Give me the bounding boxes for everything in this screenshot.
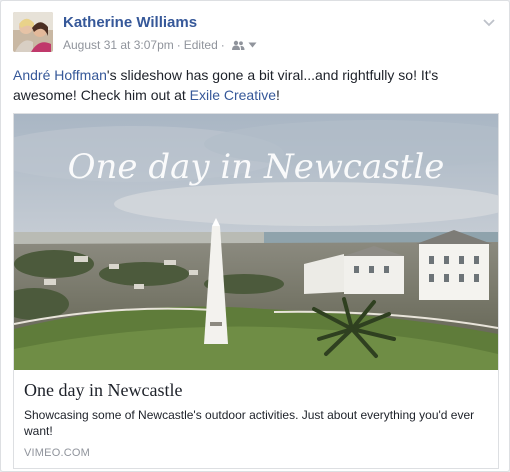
- author-name[interactable]: Katherine Williams: [63, 14, 197, 31]
- meta-separator: ·: [176, 38, 181, 52]
- avatar[interactable]: [13, 12, 53, 52]
- friends-icon: [231, 40, 245, 50]
- post-text: André Hoffman's slideshow has gone a bit…: [13, 65, 483, 105]
- attachment-domain: VIMEO.COM: [24, 447, 90, 459]
- meta-separator: ·: [220, 38, 225, 52]
- post-header: Katherine Williams August 31 at 3:07pm ·…: [13, 12, 497, 56]
- post-card: Katherine Williams August 31 at 3:07pm ·…: [0, 0, 510, 472]
- edited-label[interactable]: Edited: [184, 38, 218, 52]
- attachment-description: Showcasing some of Newcastle's outdoor a…: [24, 408, 475, 438]
- post-text-part2: !: [276, 87, 280, 103]
- caret-down-icon: [248, 42, 257, 48]
- thumbnail-overlay-title: One day in Newcastle: [68, 147, 445, 187]
- audience-selector[interactable]: [231, 40, 257, 50]
- mention-link[interactable]: André Hoffman: [13, 67, 107, 83]
- avatar-photo: [13, 12, 53, 52]
- page-link[interactable]: Exile Creative: [190, 87, 276, 103]
- attachment-title[interactable]: One day in Newcastle: [24, 380, 182, 401]
- chevron-down-icon[interactable]: [481, 14, 497, 30]
- link-attachment[interactable]: One day in Newcastle One day in Newcastl…: [13, 113, 499, 469]
- post-meta: August 31 at 3:07pm · Edited ·: [63, 38, 257, 52]
- video-thumbnail[interactable]: One day in Newcastle: [14, 114, 498, 370]
- post-timestamp[interactable]: August 31 at 3:07pm: [63, 38, 174, 52]
